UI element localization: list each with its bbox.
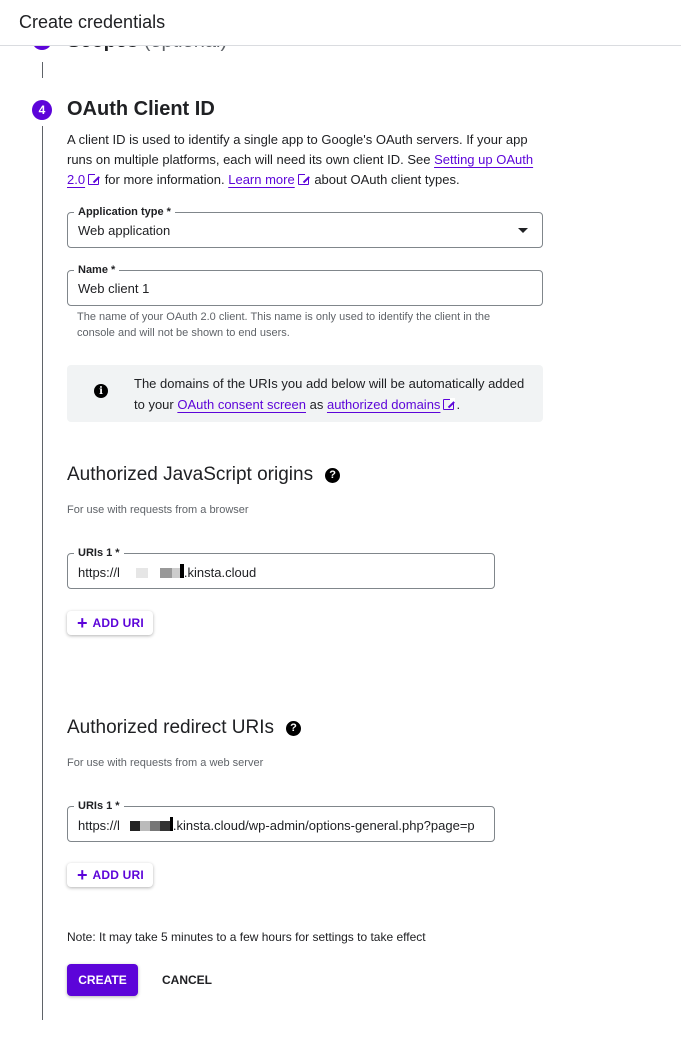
external-link-icon	[297, 173, 310, 185]
form-scroll-area[interactable]: Scopes (optional) 4 OAuth Client ID A cl…	[0, 0, 681, 1038]
stepper-connector	[42, 62, 43, 78]
plus-icon: +	[77, 865, 88, 885]
js-origins-title: Authorized JavaScript origins?	[67, 464, 341, 486]
help-icon[interactable]: ?	[285, 721, 301, 736]
step-number-badge: 4	[32, 100, 52, 120]
step-description: A client ID is used to identify a single…	[67, 132, 534, 187]
js-origins-subtitle: For use with requests from a browser	[67, 504, 249, 516]
oauth-consent-screen-link[interactable]: OAuth consent screen	[177, 397, 306, 412]
notice-text: The domains of the URIs you add below wi…	[134, 376, 525, 412]
step-title: OAuth Client ID	[67, 98, 215, 120]
add-js-origin-uri-button[interactable]: + ADD URI	[67, 611, 153, 635]
js-origin-uri-label: URIs 1 *	[74, 546, 124, 560]
application-type-label: Application type *	[74, 205, 175, 219]
page-header: Create credentials	[0, 0, 681, 46]
application-type-select[interactable]: Application type * Web application	[67, 205, 543, 248]
application-type-value: Web application	[78, 223, 171, 238]
learn-more-link[interactable]: Learn more	[228, 172, 294, 187]
client-name-hint: The name of your OAuth 2.0 client. This …	[77, 311, 491, 339]
redirect-uri-label: URIs 1 *	[74, 799, 124, 813]
redacted-text	[120, 821, 130, 831]
authorized-domains-link[interactable]: authorized domains	[327, 397, 440, 412]
cancel-button[interactable]: CANCEL	[150, 964, 224, 996]
redirect-uri-input[interactable]: URIs 1 * https://l .kinsta.cloud/wp-admin…	[67, 799, 495, 842]
domains-notice: i The domains of the URIs you add below …	[67, 365, 543, 422]
page-title: Create credentials	[19, 12, 166, 32]
js-origin-uri-input[interactable]: URIs 1 * https://l .kinsta.cloud	[67, 546, 495, 589]
js-origin-uri-value: https://l .kinsta.cloud	[78, 564, 257, 580]
client-name-label: Name *	[74, 263, 120, 277]
info-icon: i	[94, 384, 108, 398]
redacted-text	[120, 568, 136, 578]
redirect-uris-title: Authorized redirect URIs?	[67, 717, 301, 739]
plus-icon: +	[77, 613, 88, 633]
help-icon[interactable]: ?	[325, 468, 341, 483]
create-button[interactable]: CREATE	[67, 964, 138, 996]
redirect-uri-value: https://l .kinsta.cloud/wp-admin/options-…	[78, 817, 475, 833]
add-redirect-uri-button[interactable]: + ADD URI	[67, 863, 153, 887]
client-name-input[interactable]: Name * Web client 1	[67, 263, 543, 306]
settings-delay-note: Note: It may take 5 minutes to a few hou…	[67, 930, 426, 944]
dropdown-arrow-icon[interactable]	[518, 228, 528, 233]
redirect-uris-subtitle: For use with requests from a web server	[67, 757, 264, 769]
client-name-value: Web client 1	[78, 281, 150, 296]
stepper-rail	[42, 126, 43, 1020]
external-link-icon	[443, 398, 456, 410]
external-link-icon	[88, 173, 101, 185]
